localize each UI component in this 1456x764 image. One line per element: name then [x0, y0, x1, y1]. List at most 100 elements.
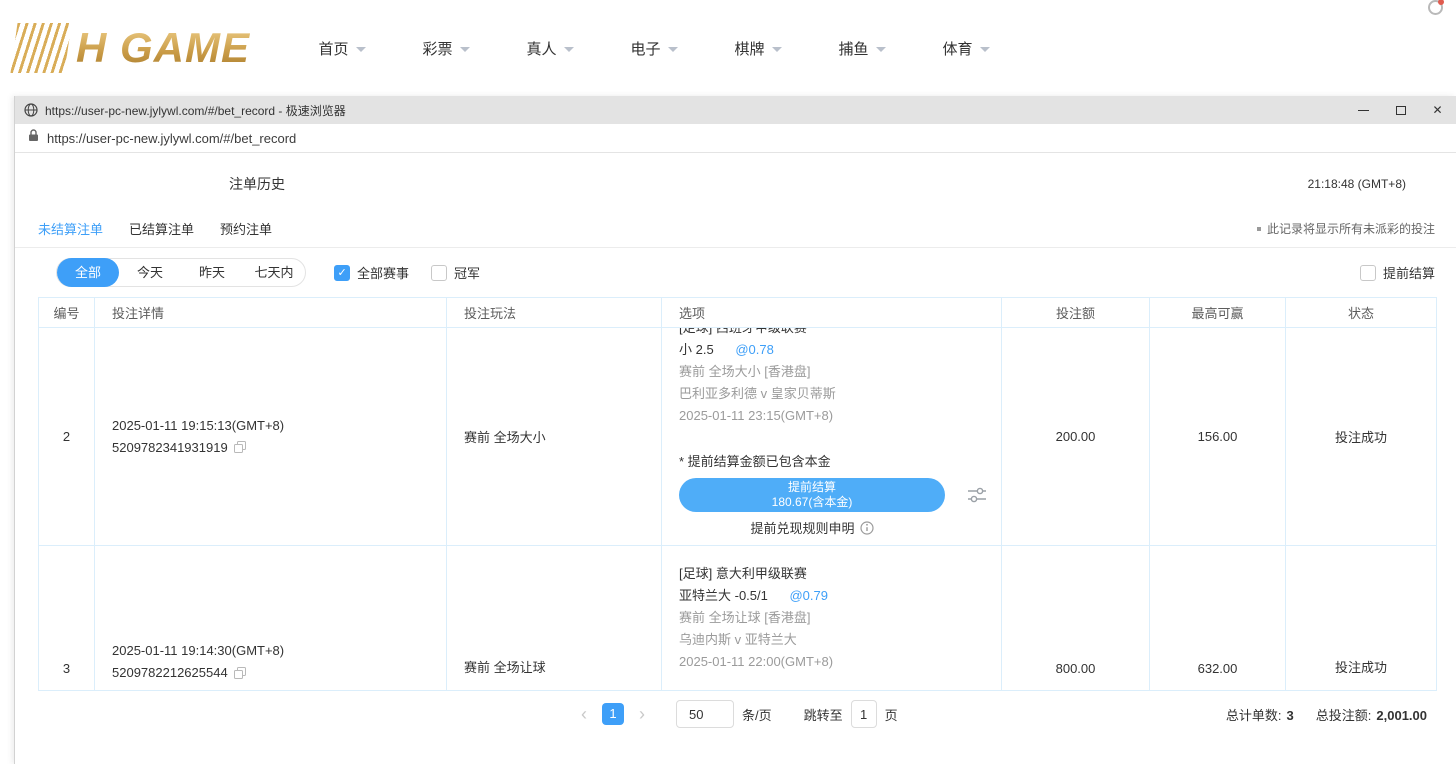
cell-details: 2025-01-11 19:14:30(GMT+8) 5209782212625…	[95, 546, 447, 691]
league: [足球] 意大利甲级联赛	[679, 563, 991, 585]
order-number: 5209782341931919	[112, 437, 228, 459]
nav-item-home[interactable]: 首页	[290, 38, 394, 59]
page-size-input[interactable]	[676, 700, 734, 728]
per-page-label: 条/页	[742, 705, 772, 724]
league: [足球] 西班牙甲级联赛	[679, 328, 991, 339]
match-time: 2025-01-11 23:15(GMT+8)	[679, 405, 991, 427]
copy-icon[interactable]	[234, 667, 247, 680]
chevron-down-icon	[356, 47, 366, 52]
nav-item-cards[interactable]: 棋牌	[706, 38, 810, 59]
nav-item-slots[interactable]: 电子	[602, 38, 706, 59]
maximize-icon	[1396, 106, 1406, 115]
match: 巴利亚多利德 v 皇家贝蒂斯	[679, 383, 991, 405]
pager: ‹ 1 › 条/页 跳转至 页	[574, 700, 898, 728]
order-number: 5209782212625544	[112, 662, 228, 684]
jump-label: 跳转至	[804, 705, 843, 724]
nav-item-lottery[interactable]: 彩票	[394, 38, 498, 59]
nav-item-fishing[interactable]: 捕鱼	[810, 38, 914, 59]
cell-play: 赛前 全场大小	[447, 328, 662, 546]
close-button[interactable]	[1419, 96, 1456, 124]
selection: 小 2.5	[679, 342, 714, 357]
date-filter-today[interactable]: 今天	[119, 258, 181, 287]
date-filter-7days[interactable]: 七天内	[243, 258, 305, 287]
filter-bar: 全部 今天 昨天 七天内 全部赛事 冠军 提前结算	[15, 248, 1456, 297]
selection: 亚特兰大 -0.5/1	[679, 588, 768, 603]
date-filter-yesterday[interactable]: 昨天	[181, 258, 243, 287]
page-title: 注单历史	[229, 174, 285, 194]
col-header-play: 投注玩法	[447, 298, 662, 328]
cashout-note: * 提前结算金额已包含本金	[679, 451, 991, 470]
chevron-down-icon	[564, 47, 574, 52]
chevron-down-icon	[668, 47, 678, 52]
page-1-button[interactable]: 1	[602, 703, 624, 725]
col-header-id: 编号	[39, 298, 95, 328]
info-circle-icon	[860, 521, 874, 535]
lock-icon	[28, 129, 39, 147]
cell-play: 赛前 全场让球	[447, 546, 662, 691]
current-time: 21:18:48 (GMT+8)	[1308, 177, 1406, 191]
window-title: https://user-pc-new.jylywl.com/#/bet_rec…	[45, 102, 346, 119]
tab-reserved[interactable]: 预约注单	[220, 219, 272, 238]
notification-badge-icon[interactable]	[1428, 0, 1443, 15]
prev-page-button[interactable]: ‹	[574, 703, 594, 725]
bet-table: 编号 投注详情 投注玩法 选项 投注额 最高可赢 状态 2 2025-01-11…	[38, 297, 1437, 691]
maximize-button[interactable]	[1382, 96, 1419, 124]
browser-window: https://user-pc-new.jylywl.com/#/bet_rec…	[14, 96, 1456, 764]
checkbox-checked-icon	[334, 265, 350, 281]
nav-item-live[interactable]: 真人	[498, 38, 602, 59]
filter-champion[interactable]: 冠军	[431, 263, 480, 282]
page-header: 注单历史 21:18:48 (GMT+8)	[15, 153, 1456, 210]
odds: @0.79	[789, 588, 828, 603]
copy-icon[interactable]	[234, 441, 247, 454]
page-content: 注单历史 21:18:48 (GMT+8) 未结算注单 已结算注单 预约注单 此…	[15, 153, 1456, 764]
cell-id: 3	[39, 546, 95, 691]
address-bar[interactable]: https://user-pc-new.jylywl.com/#/bet_rec…	[15, 124, 1456, 153]
chevron-down-icon	[460, 47, 470, 52]
tune-slider-icon[interactable]	[967, 486, 987, 504]
logo-mark-icon	[10, 23, 71, 73]
bet-time: 2025-01-11 19:15:13(GMT+8)	[112, 415, 446, 437]
page-unit-label: 页	[885, 705, 898, 724]
total-count: 总计单数:3	[1226, 705, 1294, 724]
filter-early-settle[interactable]: 提前结算	[1360, 263, 1435, 282]
logo-text: H GAME	[76, 24, 250, 72]
bet-time: 2025-01-11 19:14:30(GMT+8)	[112, 640, 446, 662]
cell-status: 投注成功	[1286, 328, 1437, 546]
cashout-button[interactable]: 提前结算 180.67(含本金)	[679, 478, 945, 512]
jump-page-input[interactable]	[851, 700, 877, 728]
table-header-row: 编号 投注详情 投注玩法 选项 投注额 最高可赢 状态	[39, 298, 1437, 328]
filter-all-events[interactable]: 全部赛事	[334, 263, 409, 282]
checkbox-unchecked-icon	[1360, 265, 1376, 281]
date-range-filter: 全部 今天 昨天 七天内	[56, 258, 306, 287]
window-controls	[1345, 96, 1456, 124]
tabs-bar: 未结算注单 已结算注单 预约注单 此记录将显示所有未派彩的投注	[15, 210, 1456, 248]
next-page-button[interactable]: ›	[632, 703, 652, 725]
tab-settled[interactable]: 已结算注单	[129, 219, 194, 238]
col-header-option: 选项	[662, 298, 1002, 328]
summary: 总计单数:3 总投注额:2,001.00	[1226, 705, 1427, 724]
tab-unsettled[interactable]: 未结算注单	[38, 219, 103, 238]
close-icon	[1432, 101, 1442, 119]
cell-maxwin: 632.00	[1150, 546, 1286, 691]
match-time: 2025-01-11 22:00(GMT+8)	[679, 651, 991, 673]
site-logo[interactable]: H GAME	[14, 23, 250, 73]
table-row: 3 2025-01-11 19:14:30(GMT+8) 52097822126…	[39, 546, 1437, 691]
chevron-down-icon	[876, 47, 886, 52]
cashout-rule-link[interactable]: 提前兑现规则申明	[679, 518, 945, 537]
nav-item-sports[interactable]: 体育	[914, 38, 1018, 59]
screen: { "colors": { "accent": "#3e9ff8", "cash…	[0, 0, 1456, 764]
total-amount: 总投注额:2,001.00	[1316, 705, 1427, 724]
square-bullet-icon	[1257, 227, 1261, 231]
cell-option: [足球] 意大利甲级联赛 亚特兰大 -0.5/1 @0.79 赛前 全场让球 […	[662, 546, 1002, 691]
col-header-amount: 投注额	[1002, 298, 1150, 328]
cell-status: 投注成功	[1286, 546, 1437, 691]
cell-amount: 800.00	[1002, 546, 1150, 691]
date-filter-all[interactable]: 全部	[57, 258, 119, 287]
cell-maxwin: 156.00	[1150, 328, 1286, 546]
col-header-maxwin: 最高可赢	[1150, 298, 1286, 328]
minimize-button[interactable]	[1345, 96, 1382, 124]
nav-menu: 首页 彩票 真人 电子 棋牌 捕鱼 体育	[290, 38, 1018, 59]
tabs-note: 此记录将显示所有未派彩的投注	[1257, 220, 1435, 237]
browser-titlebar: https://user-pc-new.jylywl.com/#/bet_rec…	[15, 96, 1456, 124]
table-row: 2 2025-01-11 19:15:13(GMT+8) 52097823419…	[39, 328, 1437, 546]
